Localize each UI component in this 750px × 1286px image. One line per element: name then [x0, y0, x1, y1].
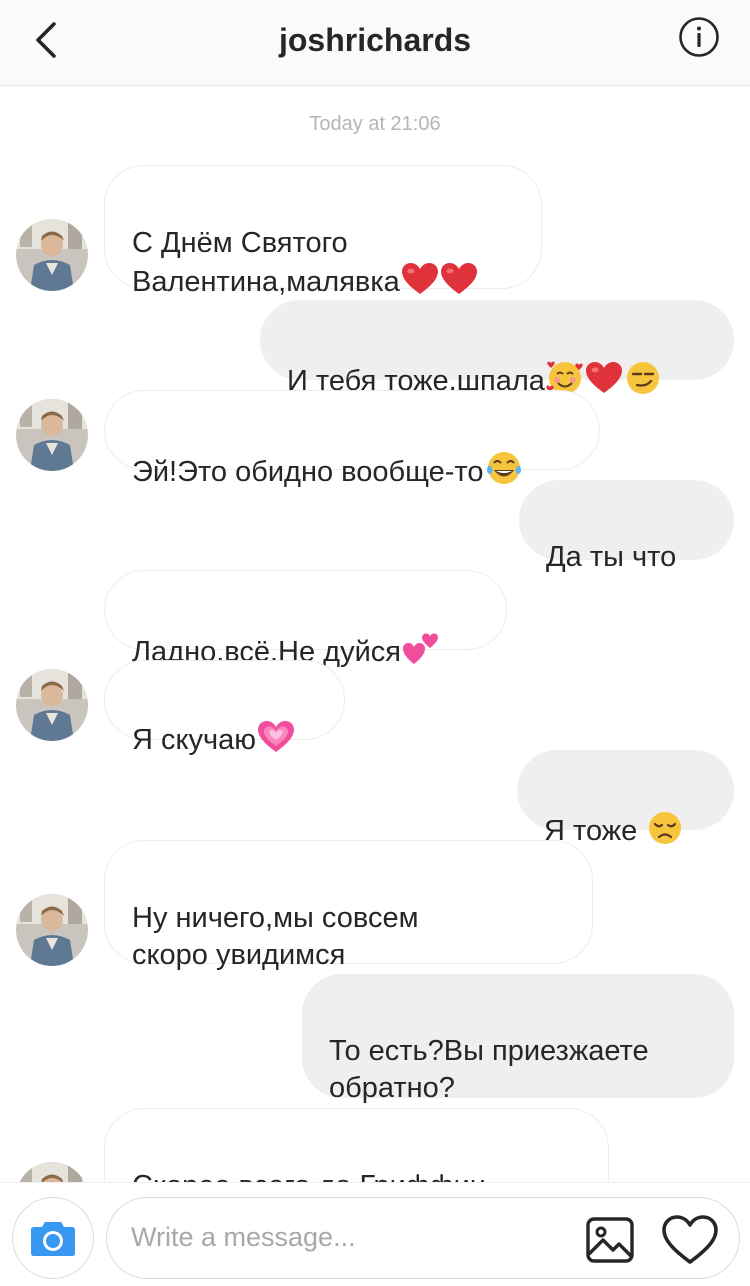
growing-heart-emoji-icon [257, 720, 295, 764]
message-bubble-outgoing[interactable]: И тебя тоже,шпала [260, 300, 734, 397]
message-input[interactable] [131, 1222, 561, 1253]
heart-emoji-icon [585, 361, 623, 405]
avatar[interactable] [16, 1162, 88, 1182]
message-bubble-incoming[interactable]: Я скучаю [104, 660, 345, 756]
message-bubble-incoming[interactable]: Ладно,всё.Не дуйся [104, 570, 507, 668]
camera-icon [31, 1222, 75, 1256]
message-text: С Днём Святого Валентина,малявка [132, 227, 400, 298]
heart-icon[interactable] [661, 1214, 719, 1266]
message-text: Да ты что [546, 541, 677, 573]
message-composer [0, 1182, 750, 1286]
avatar[interactable] [16, 219, 88, 291]
message-text: Ну ничего,мы совсем скоро увидимся [132, 902, 419, 971]
chat-username[interactable]: joshrichards [0, 22, 750, 59]
message-bubble-incoming[interactable]: Скорее всего да.Гриффин [104, 1108, 609, 1182]
two-hearts-emoji-icon [402, 630, 440, 676]
message-text: Скорее всего да.Гриффин [132, 1170, 486, 1182]
camera-button[interactable] [12, 1197, 94, 1279]
image-icon[interactable] [585, 1216, 635, 1264]
message-bubble-incoming[interactable]: С Днём Святого Валентина,малявка [104, 165, 542, 298]
message-input-container[interactable] [106, 1197, 740, 1279]
tears-of-joy-emoji-icon [485, 450, 523, 496]
smirk-emoji-icon [624, 359, 662, 405]
message-bubble-incoming[interactable]: Ну ничего,мы совсем скоро увидимся [104, 840, 593, 971]
message-bubble-outgoing[interactable]: Да ты что [519, 480, 734, 573]
message-timestamp: Today at 21:06 [309, 113, 441, 135]
avatar[interactable] [16, 669, 88, 741]
message-text: То есть?Вы приезжаете обратно? [329, 1035, 649, 1104]
message-bubble-outgoing[interactable]: Я тоже [517, 750, 734, 847]
disappointed-emoji-icon [646, 809, 684, 855]
info-icon[interactable] [678, 16, 720, 58]
message-bubble-outgoing[interactable]: То есть?Вы приезжаете обратно? [302, 974, 734, 1104]
chat-header: joshrichards [0, 0, 750, 86]
avatar[interactable] [16, 399, 88, 471]
avatar[interactable] [16, 894, 88, 966]
message-bubble-incoming[interactable]: Эй!Это обидно вообще-то [104, 390, 600, 488]
message-text: Я скучаю [132, 724, 257, 756]
message-thread[interactable]: Today at 21:06 С Днём Святого Валентина,… [0, 86, 750, 1182]
message-text: Эй!Это обидно вообще-то [132, 456, 484, 488]
